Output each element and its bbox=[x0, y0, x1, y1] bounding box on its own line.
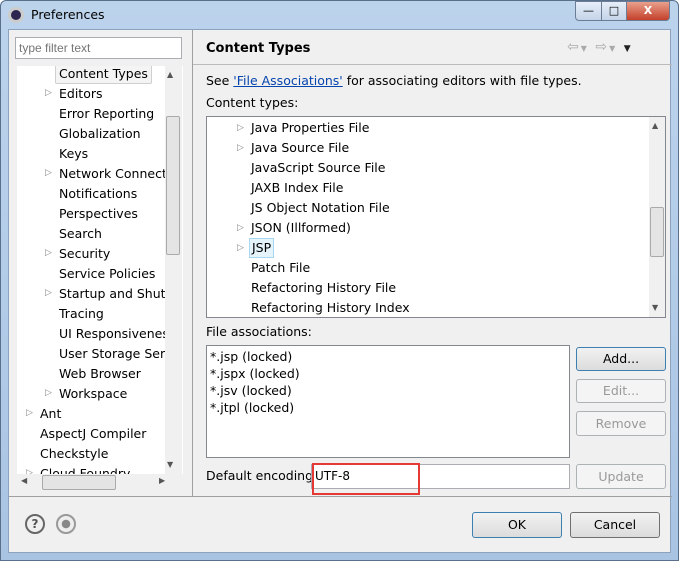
tree-item[interactable]: Ant bbox=[40, 404, 61, 424]
close-button[interactable]: X bbox=[626, 1, 670, 21]
history-nav[interactable]: ⇦▼ ⇨▼ ▼ bbox=[567, 39, 633, 55]
content-types-label: Content types: bbox=[206, 95, 299, 110]
file-association-item[interactable]: *.jsp (locked) bbox=[210, 348, 566, 365]
content-type-item[interactable]: JSON (Illformed) bbox=[251, 218, 351, 238]
expand-icon[interactable]: ▷ bbox=[237, 223, 244, 233]
chevron-down-icon[interactable]: ▼ bbox=[581, 44, 589, 53]
tree-item[interactable]: Checkstyle bbox=[40, 444, 108, 464]
tree-item[interactable]: UI Responsiveness bbox=[59, 324, 175, 344]
eclipse-icon bbox=[8, 7, 24, 23]
file-associations-link[interactable]: 'File Associations' bbox=[233, 73, 342, 88]
tree-item[interactable]: Startup and Shutd bbox=[59, 284, 173, 304]
content-type-item[interactable]: Java Properties File bbox=[251, 118, 369, 138]
tree-item[interactable]: Content Types bbox=[55, 66, 152, 84]
preferences-tree: Content Types ▷ Editors Error Reporting Glob… bbox=[17, 66, 183, 474]
update-button[interactable]: Update bbox=[576, 464, 666, 489]
content-types-tree: ▲ ▼ ▷ Java Properties File ▷ Java Source Fi… bbox=[206, 116, 666, 318]
remove-button[interactable]: Remove bbox=[576, 411, 666, 436]
edit-button[interactable]: Edit... bbox=[576, 379, 666, 403]
scroll-thumb[interactable] bbox=[42, 475, 116, 490]
content-type-item[interactable]: Refactoring History File bbox=[251, 278, 396, 298]
content-type-item[interactable]: Patch File bbox=[251, 258, 310, 278]
expand-icon[interactable]: ▷ bbox=[237, 143, 244, 153]
dialog-body: Content Types▷EditorsError ReportingGlob… bbox=[8, 29, 672, 553]
file-association-item[interactable]: *.jsv (locked) bbox=[210, 382, 566, 399]
content-type-item[interactable]: JS Object Notation File bbox=[251, 198, 390, 218]
tree-item[interactable]: Service Policies bbox=[59, 264, 155, 284]
window-title: Preferences bbox=[31, 7, 105, 22]
expand-icon[interactable]: ▷ bbox=[45, 168, 52, 178]
maximize-button[interactable]: □ bbox=[601, 1, 627, 21]
tree-item[interactable]: Globalization bbox=[59, 124, 141, 144]
filter-input[interactable] bbox=[15, 37, 182, 59]
expand-icon[interactable]: ▷ bbox=[237, 123, 244, 133]
expand-icon[interactable]: ▷ bbox=[45, 388, 52, 398]
file-associations-label: File associations: bbox=[206, 324, 312, 339]
file-association-item[interactable]: *.jtpl (locked) bbox=[210, 399, 566, 416]
content-types-scrollbar[interactable]: ▲ ▼ bbox=[649, 117, 665, 317]
tree-item[interactable]: Keys bbox=[59, 144, 88, 164]
expand-icon[interactable]: ▷ bbox=[45, 288, 52, 298]
content-type-item[interactable]: JavaScript Source File bbox=[251, 158, 385, 178]
content-type-item[interactable]: Refactoring History Index bbox=[251, 298, 410, 317]
tree-item[interactable]: User Storage Serv bbox=[59, 344, 173, 364]
tree-item[interactable]: Network Connectio bbox=[59, 164, 178, 184]
minimize-button[interactable]: — bbox=[575, 1, 602, 21]
highlight-box bbox=[312, 463, 420, 495]
tree-item[interactable]: Notifications bbox=[59, 184, 137, 204]
expand-icon[interactable]: ▷ bbox=[26, 408, 33, 418]
tree-item[interactable]: Workspace bbox=[59, 384, 127, 404]
help-icon[interactable]: ? bbox=[25, 514, 45, 534]
chevron-down-icon[interactable]: ▼ bbox=[609, 44, 617, 53]
expand-icon[interactable]: ▷ bbox=[237, 243, 244, 253]
default-encoding-label: Default encoding: bbox=[206, 468, 318, 483]
expand-icon[interactable]: ▷ bbox=[45, 88, 52, 98]
add-button[interactable]: Add... bbox=[576, 347, 666, 371]
tree-item[interactable]: Security bbox=[59, 244, 110, 264]
cancel-button[interactable]: Cancel bbox=[570, 512, 660, 538]
record-icon[interactable] bbox=[56, 514, 76, 534]
page-title: Content Types bbox=[206, 41, 311, 56]
tree-horizontal-scrollbar[interactable]: ◀ ▶ bbox=[17, 474, 165, 492]
scroll-thumb[interactable] bbox=[166, 116, 180, 255]
tree-item[interactable]: AspectJ Compiler bbox=[40, 424, 146, 444]
tree-item[interactable]: Tracing bbox=[59, 304, 104, 324]
content-type-item[interactable]: JSP bbox=[249, 238, 275, 258]
file-association-item[interactable]: *.jspx (locked) bbox=[210, 365, 566, 382]
ok-button[interactable]: OK bbox=[472, 512, 562, 538]
content-type-item[interactable]: JAXB Index File bbox=[251, 178, 343, 198]
expand-icon[interactable]: ▷ bbox=[45, 248, 52, 258]
forward-icon[interactable]: ⇨ bbox=[595, 39, 609, 55]
see-text: See 'File Associations' for associating … bbox=[206, 73, 582, 88]
content-type-item[interactable]: Java Source File bbox=[251, 138, 349, 158]
tree-vertical-scrollbar[interactable]: ▲ ▼ bbox=[165, 66, 182, 474]
view-menu-icon[interactable]: ▼ bbox=[624, 44, 633, 54]
tree-item[interactable]: Web Browser bbox=[59, 364, 141, 384]
tree-item[interactable]: Error Reporting bbox=[59, 104, 154, 124]
tree-item[interactable]: Perspectives bbox=[59, 204, 138, 224]
tree-item[interactable]: Editors bbox=[59, 84, 103, 104]
tree-item[interactable]: Search bbox=[59, 224, 102, 244]
file-associations-list: *.jsp (locked) *.jspx (locked) *.jsv (lock… bbox=[206, 345, 570, 458]
scroll-thumb[interactable] bbox=[650, 207, 664, 257]
back-icon[interactable]: ⇦ bbox=[567, 39, 581, 55]
tree-item[interactable]: Cloud Foundry bbox=[40, 464, 130, 474]
